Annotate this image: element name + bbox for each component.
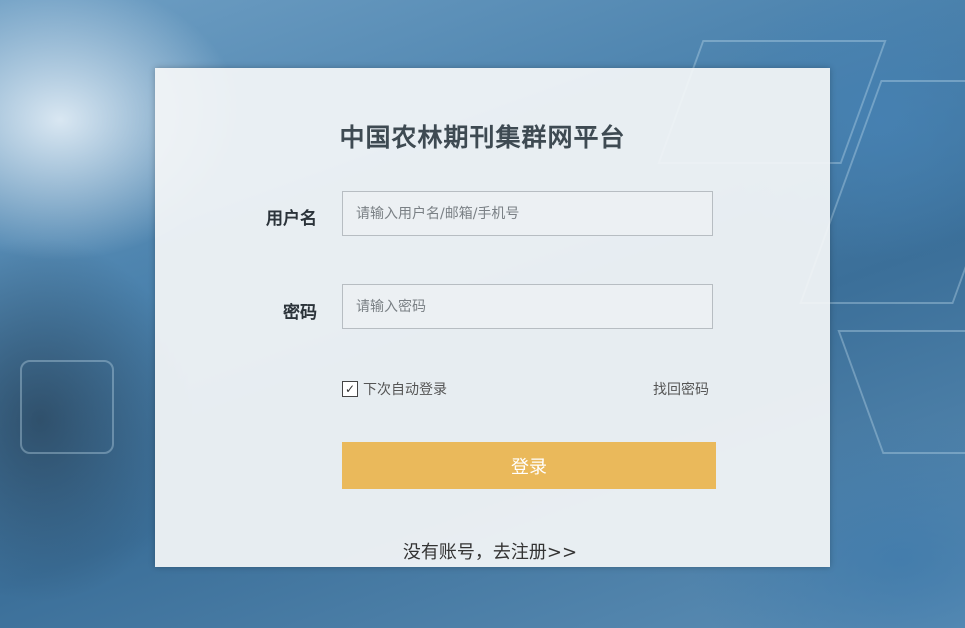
forgot-password-link[interactable]: 找回密码	[653, 379, 709, 399]
remember-me-label: 下次自动登录	[363, 382, 447, 398]
password-input[interactable]	[342, 284, 713, 329]
username-label: 用户名	[266, 209, 317, 229]
background-hexagon-decoration	[837, 330, 965, 454]
background-hexagon-decoration	[20, 360, 114, 454]
register-link[interactable]: 没有账号，去注册>>	[0, 538, 965, 564]
username-input[interactable]	[342, 191, 713, 236]
page-title: 中国农林期刊集群网平台	[339, 123, 626, 152]
remember-me[interactable]: ✓ 下次自动登录	[342, 379, 447, 399]
password-label: 密码	[283, 303, 317, 323]
remember-me-checkbox[interactable]: ✓	[342, 381, 358, 397]
login-button[interactable]: 登录	[342, 442, 716, 489]
